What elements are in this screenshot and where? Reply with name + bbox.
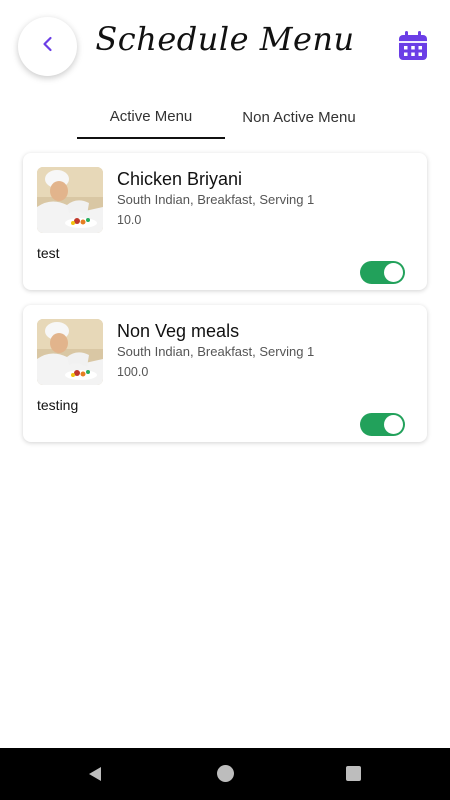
item-name: Non Veg meals [117,321,240,341]
menu-card[interactable]: Non Veg meals South Indian, Breakfast, S… [23,305,427,442]
calendar-button[interactable] [397,30,429,62]
item-meta: South Indian, Breakfast, Serving 1 [117,192,315,207]
tab-non-active-menu[interactable]: Non Active Menu [225,95,373,139]
chef-photo [37,167,103,233]
item-note: testing [37,397,79,413]
calendar-icon [397,31,429,66]
toggle-knob [384,415,403,434]
item-name: Chicken Briyani [117,169,243,189]
circle-home-icon[interactable] [217,765,234,782]
active-toggle[interactable] [360,413,405,436]
active-toggle[interactable] [360,261,405,284]
square-recents-icon[interactable] [346,766,361,781]
item-price: 100.0 [117,365,149,379]
toggle-knob [384,263,403,282]
item-meta: South Indian, Breakfast, Serving 1 [117,344,315,359]
system-nav-bar [0,748,450,800]
chef-photo [37,319,103,385]
item-price: 10.0 [117,213,142,227]
menu-tabs: Active Menu Non Active Menu [0,95,450,139]
menu-card[interactable]: Chicken Briyani South Indian, Breakfast,… [23,153,427,290]
item-note: test [37,245,60,261]
tab-active-menu[interactable]: Active Menu [77,95,225,139]
page-title: Schedule Menu [95,20,355,58]
app-header: Schedule Menu [0,0,450,95]
triangle-back-icon[interactable] [86,765,104,783]
